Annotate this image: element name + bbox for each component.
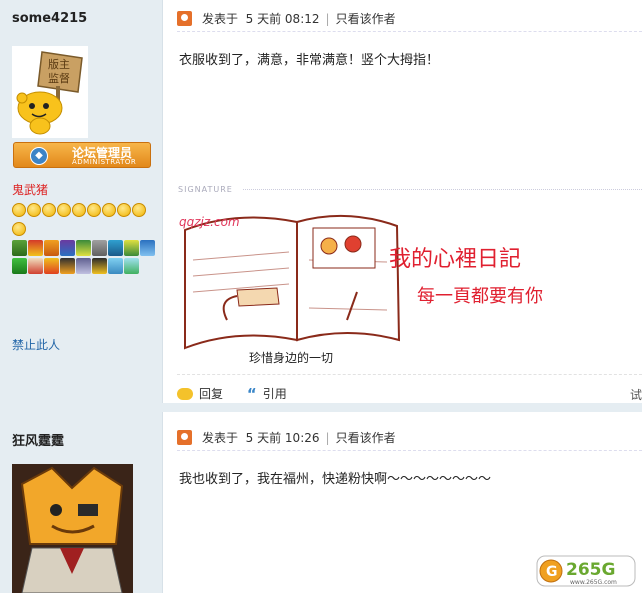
rank-badge: ◆ 论坛管理员 ADMINISTRATOR — [13, 142, 151, 168]
smiley-icon — [132, 203, 146, 217]
post-message: 衣服收到了，满意，非常满意！竖个大拇指！ — [179, 53, 440, 68]
post-actions: 回复 “ 引用 — [177, 385, 307, 403]
reply-icon — [177, 388, 193, 400]
smiley-icon — [72, 203, 86, 217]
author-online-icon — [177, 430, 192, 445]
medal-icon[interactable] — [124, 240, 139, 256]
author-avatar[interactable] — [12, 464, 133, 594]
signature-title-text: 我的心裡日記 — [389, 247, 521, 272]
post-header: 发表于 5 天前 10:26 | 只看该作者 — [177, 429, 396, 447]
post-time: 5 天前 08:12 — [245, 12, 320, 26]
signature-divider — [243, 189, 642, 190]
post-header: 发表于 5 天前 08:12 | 只看该作者 — [177, 10, 396, 28]
author-sidebar: 狂风霆霆 — [0, 412, 163, 594]
medal-icon[interactable] — [44, 240, 59, 256]
header-divider — [177, 31, 642, 32]
posted-label: 发表于 — [202, 12, 239, 26]
header-separator: | — [325, 12, 330, 26]
signature-image: qqzjz.com 我的心裡日記 每一頁都要有你 珍惜身边的一切 — [177, 200, 636, 366]
actions-divider — [177, 374, 642, 375]
medal-icon[interactable] — [60, 240, 75, 256]
header-divider — [177, 450, 642, 451]
avatar-sign-text-1: 版主 — [48, 57, 70, 71]
author-username[interactable]: some4215 — [12, 11, 87, 26]
medal-icon[interactable] — [60, 258, 75, 274]
quote-button[interactable]: “ 引用 — [247, 385, 287, 403]
reply-label: 回复 — [199, 387, 224, 401]
author-avatar[interactable]: 版主 监督 — [12, 46, 88, 138]
smiley-icon — [42, 203, 56, 217]
watermark-subtext: www.265G.com — [570, 579, 617, 586]
level-stars — [12, 203, 147, 241]
post-1: some4215 版主 监督 ◆ 论坛管理员 ADMINISTRATOR 鬼武猪 — [0, 0, 642, 412]
medal-list — [12, 240, 157, 276]
medal-icon[interactable] — [92, 240, 107, 256]
author-username[interactable]: 狂风霆霆 — [12, 430, 64, 449]
smiley-icon — [27, 203, 41, 217]
medal-icon[interactable] — [124, 258, 139, 274]
smiley-icon — [87, 203, 101, 217]
post-time: 5 天前 10:26 — [245, 431, 320, 445]
smiley-icon — [12, 222, 26, 236]
medal-icon[interactable] — [76, 240, 91, 256]
header-separator: | — [325, 431, 330, 445]
watermark-text: 265G — [566, 560, 615, 580]
truncated-action[interactable]: 试 — [630, 386, 642, 403]
posted-label: 发表于 — [202, 431, 239, 445]
rank-subtitle: ADMINISTRATOR — [72, 158, 137, 166]
medal-icon[interactable] — [28, 258, 43, 274]
medal-icon[interactable] — [12, 240, 27, 256]
smiley-icon — [57, 203, 71, 217]
site-watermark-logo: G 265G www.265G.com — [536, 555, 636, 587]
signature-site-text: qqzjz.com — [179, 215, 240, 229]
medal-icon[interactable] — [12, 258, 27, 274]
post-message: 我也收到了，我在福州，快递粉快啊～～～～～～～～ — [179, 472, 492, 487]
avatar-sign-text-2: 监督 — [48, 71, 70, 85]
author-online-icon — [177, 11, 192, 26]
medal-icon[interactable] — [108, 258, 123, 274]
author-group[interactable]: 鬼武猪 — [12, 181, 48, 198]
signature-label: SIGNATURE — [178, 185, 233, 194]
medal-icon[interactable] — [108, 240, 123, 256]
post-separator — [0, 403, 642, 412]
signature-subtitle-text: 每一頁都要有你 — [417, 286, 543, 307]
only-author-link[interactable]: 只看该作者 — [336, 431, 396, 445]
signature-caption: 珍惜身边的一切 — [249, 350, 333, 365]
medal-icon[interactable] — [140, 240, 155, 256]
watermark-g-icon: G — [546, 564, 558, 580]
quote-icon: “ — [246, 385, 257, 403]
medal-icon[interactable] — [28, 240, 43, 256]
medal-icon[interactable] — [44, 258, 59, 274]
post-content: 发表于 5 天前 08:12 | 只看该作者 衣服收到了，满意，非常满意！竖个大拇指… — [163, 0, 642, 412]
only-author-link[interactable]: 只看该作者 — [336, 12, 396, 26]
smiley-icon — [117, 203, 131, 217]
smiley-icon — [102, 203, 116, 217]
reply-button[interactable]: 回复 — [177, 385, 223, 402]
ban-user-link[interactable]: 禁止此人 — [12, 336, 60, 353]
medal-icon[interactable] — [76, 258, 91, 274]
medal-icon[interactable] — [92, 258, 107, 274]
smiley-icon — [12, 203, 26, 217]
quote-label: 引用 — [262, 387, 287, 401]
author-sidebar: some4215 版主 监督 ◆ 论坛管理员 ADMINISTRATOR 鬼武猪 — [0, 0, 163, 412]
rank-shield-icon: ◆ — [30, 147, 48, 165]
